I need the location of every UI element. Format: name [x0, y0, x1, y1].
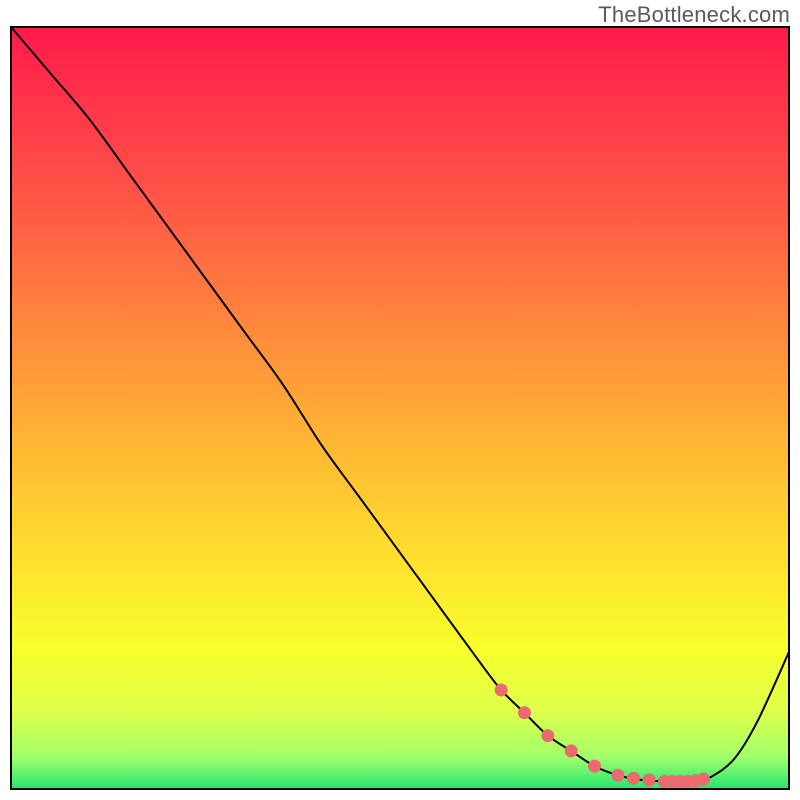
chart-stage: TheBottleneck.com	[0, 0, 800, 800]
marker-dot	[642, 773, 655, 786]
chart-svg	[0, 0, 800, 800]
marker-dot	[541, 729, 554, 742]
marker-dot	[627, 772, 640, 785]
marker-dot	[565, 744, 578, 757]
marker-dot	[495, 683, 508, 696]
marker-dot	[611, 769, 624, 782]
marker-dot	[588, 760, 601, 773]
marker-dot	[518, 706, 531, 719]
marker-dot	[697, 773, 710, 786]
gradient-background	[12, 28, 788, 788]
